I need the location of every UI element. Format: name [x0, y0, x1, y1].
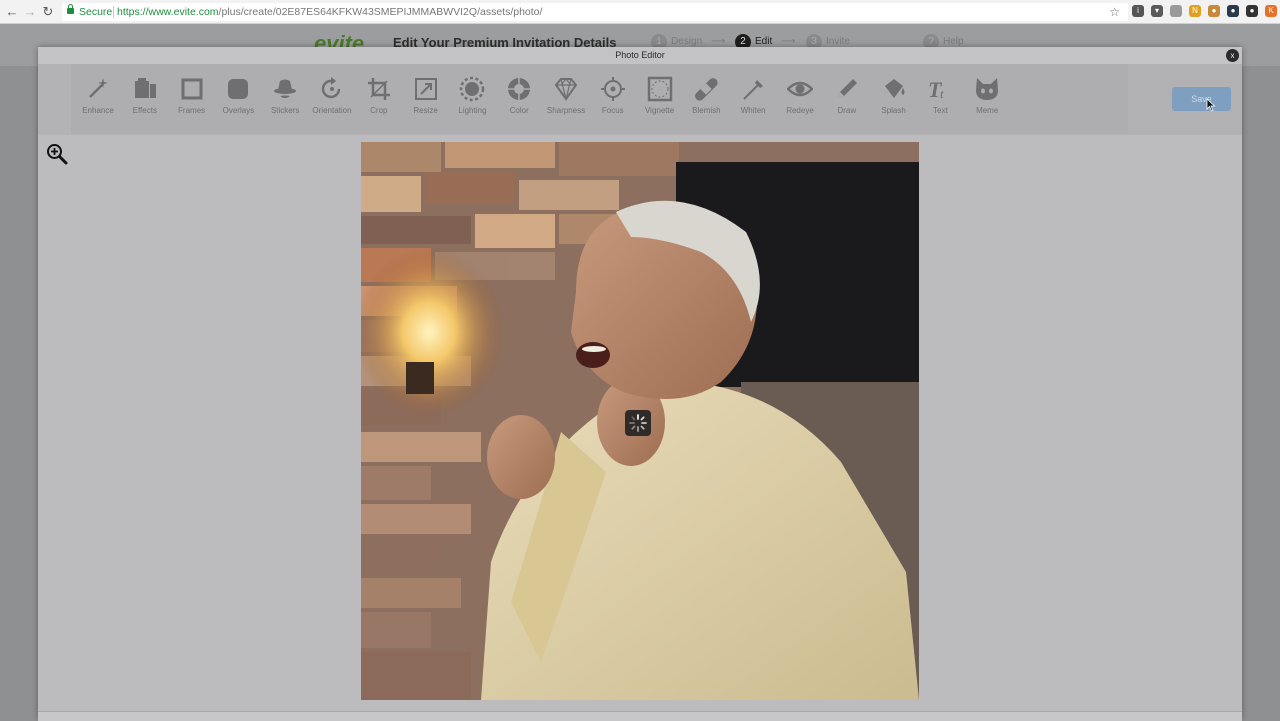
url-text[interactable]: https://www.evite.com/plus/create/02E87E… — [117, 3, 542, 21]
tool-label: Color — [509, 106, 529, 115]
tool-resize[interactable]: Resize — [403, 76, 449, 115]
frame-icon — [181, 78, 203, 100]
tool-sharpness[interactable]: Sharpness — [543, 76, 589, 115]
tool-label: Focus — [601, 106, 624, 115]
tool-overlays[interactable]: Overlays — [215, 76, 261, 115]
step-label: Edit — [755, 36, 773, 47]
overlay-icon — [228, 79, 249, 99]
photo-editor-modal: Photo Editor x Enhance Effects Frames Overl… — [38, 47, 1242, 721]
forward-arrow-icon[interactable]: → — [22, 4, 38, 20]
omnibox-divider — [113, 6, 114, 18]
tool-label: Sharpness — [546, 106, 586, 115]
bookmark-star-icon[interactable]: ☆ — [1109, 3, 1120, 21]
tool-label: Enhance — [82, 106, 114, 115]
tool-label: Redeye — [786, 106, 814, 115]
step-label: Help — [943, 36, 964, 47]
loading-spinner-icon — [625, 410, 651, 436]
tool-label: Frames — [178, 106, 206, 115]
tool-label: Blemish — [692, 106, 721, 115]
modal-title: Photo Editor — [615, 50, 665, 60]
tool-label: Effects — [132, 106, 157, 115]
modal-titlebar: Photo Editor x — [38, 47, 1242, 64]
tool-label: Whiten — [740, 106, 766, 115]
step-arrow-icon: ⟶ — [781, 36, 796, 47]
tool-vignette[interactable]: Vignette — [637, 76, 683, 115]
k-extension-icon[interactable]: K — [1265, 5, 1277, 17]
back-arrow-icon[interactable]: ← — [4, 4, 20, 20]
diamond-icon — [554, 78, 578, 101]
secure-label: Secure — [79, 6, 113, 18]
url-path: /plus/create/02E87ES64KFKW43SMEPIJMMABWV… — [218, 6, 543, 18]
info-icon[interactable]: i — [1132, 5, 1144, 17]
tool-label: Orientation — [312, 106, 352, 115]
tool-splash[interactable]: Splash — [871, 76, 917, 115]
hat-icon — [274, 79, 297, 98]
photo-canvas-area — [38, 135, 1242, 711]
sun-icon — [460, 76, 485, 102]
step-label: Invite — [826, 36, 850, 47]
vignette-icon — [647, 76, 672, 102]
tool-whiten[interactable]: Whiten — [730, 76, 776, 115]
text-icon: Tt — [928, 77, 944, 102]
palette-icon — [508, 78, 531, 100]
tool-label: Crop — [370, 106, 388, 115]
magic-wand-icon — [89, 78, 108, 98]
reload-icon[interactable]: ↻ — [40, 4, 56, 20]
cat-icon — [976, 78, 999, 100]
pencil-icon — [837, 79, 857, 98]
tool-label: Draw — [837, 106, 857, 115]
crop-icon — [367, 78, 390, 100]
zoom-in-icon[interactable] — [46, 143, 68, 165]
step-arrow-icon: ⟶ — [711, 36, 726, 47]
close-button[interactable]: x — [1226, 49, 1239, 62]
tool-label: Vignette — [644, 106, 675, 115]
film-icon — [134, 78, 156, 98]
tool-label: Overlays — [222, 106, 255, 115]
tool-enhance[interactable]: Enhance — [75, 76, 121, 115]
cookie-icon[interactable]: ● — [1208, 5, 1220, 17]
tool-frames[interactable]: Frames — [169, 76, 215, 115]
brush-icon — [743, 80, 764, 100]
tool-effects[interactable]: Effects — [122, 76, 168, 115]
tool-crop[interactable]: Crop — [356, 76, 402, 115]
save-button[interactable]: Save — [1172, 87, 1231, 111]
tool-label: Meme — [976, 106, 999, 115]
tool-focus[interactable]: Focus — [590, 76, 636, 115]
lock-icon — [67, 4, 74, 14]
browser-toolbar: ← → ↻ Secure https://www.evite.com/plus/… — [0, 0, 1280, 24]
menu-dot-icon[interactable]: ● — [1246, 5, 1258, 17]
tool-draw[interactable]: Draw — [824, 76, 870, 115]
tool-redeye[interactable]: Redeye — [777, 76, 823, 115]
svg-text:t: t — [940, 86, 944, 101]
tool-orientation[interactable]: Orientation — [309, 76, 355, 115]
tool-label: Resize — [413, 106, 438, 115]
tool-stickers[interactable]: Stickers — [262, 76, 308, 115]
pocket-icon[interactable]: ▾ — [1151, 5, 1163, 17]
url-host: https://www.evite.com — [117, 6, 219, 18]
new-badge-icon[interactable]: N — [1189, 5, 1201, 17]
address-bar[interactable]: Secure https://www.evite.com/plus/create… — [62, 3, 1128, 21]
mouse-cursor-icon — [1206, 98, 1216, 112]
tool-color[interactable]: Color — [496, 76, 542, 115]
bandage-icon — [695, 78, 718, 101]
tool-label: Text — [933, 106, 948, 115]
bucket-icon — [884, 79, 905, 98]
tool-meme[interactable]: Meme — [964, 76, 1010, 115]
target-icon — [600, 77, 625, 101]
tool-lighting[interactable]: Lighting — [449, 76, 495, 115]
rotate-icon — [321, 77, 341, 99]
tool-label: Splash — [881, 106, 906, 115]
step-label: Design — [671, 36, 703, 47]
tool-blemish[interactable]: Blemish — [683, 76, 729, 115]
tools-toolbar: Enhance Effects Frames Overlays Stickers Orie… — [71, 64, 1129, 134]
resize-icon — [414, 78, 437, 100]
tool-text[interactable]: Tt Text — [917, 76, 963, 115]
extension-icon[interactable] — [1170, 5, 1182, 17]
dark-circle-icon[interactable]: ● — [1227, 5, 1239, 17]
tool-label: Lighting — [458, 106, 487, 115]
tool-label: Stickers — [270, 106, 300, 115]
eye-icon — [787, 81, 813, 97]
